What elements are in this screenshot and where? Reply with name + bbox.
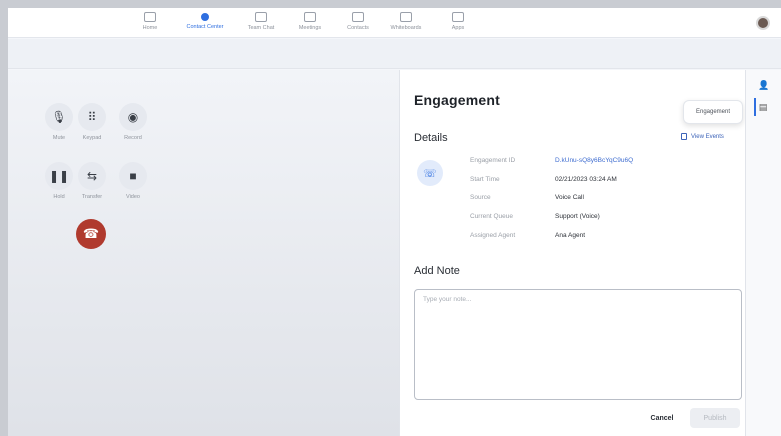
nav-contacts[interactable]: Contacts bbox=[334, 10, 382, 31]
app-window: Home Contact Center Team Chat Meetings C… bbox=[8, 8, 781, 436]
video-icon bbox=[304, 12, 316, 22]
nav-label: Team Chat bbox=[247, 25, 275, 31]
avatar[interactable] bbox=[756, 16, 770, 30]
mute-button[interactable]: 🎙 bbox=[45, 103, 73, 131]
transfer-control: ⇆ Transfer bbox=[72, 162, 112, 200]
person-icon[interactable]: 👤 bbox=[758, 80, 769, 90]
call-controls-area: 🎙 Mute ⠿ Keypad ◉ Record ❚❚ Hold ⇆ Trans… bbox=[8, 70, 399, 436]
sub-header bbox=[8, 39, 781, 69]
current-queue-value: Support (Voice) bbox=[555, 213, 600, 220]
clipboard-icon[interactable]: ▤ bbox=[758, 102, 768, 112]
video-control: ■ Video bbox=[113, 162, 153, 200]
nav-label: Whiteboards bbox=[390, 25, 422, 31]
camera-icon: ■ bbox=[129, 169, 137, 183]
publish-button[interactable]: Publish bbox=[690, 408, 740, 428]
nav-label: Contacts bbox=[347, 25, 369, 31]
start-time-value: 02/21/2023 03:24 AM bbox=[555, 176, 617, 183]
transfer-label: Transfer bbox=[81, 194, 103, 200]
keypad-label: Keypad bbox=[82, 135, 102, 141]
contacts-icon bbox=[352, 12, 364, 22]
engagement-id-value[interactable]: D.kUnu-sQ8y6BcYqC9u6Q bbox=[555, 157, 633, 164]
assigned-agent-label: Assigned Agent bbox=[470, 232, 516, 239]
hold-button[interactable]: ❚❚ bbox=[45, 162, 73, 190]
hang-up-button[interactable]: ☎ bbox=[76, 219, 106, 249]
engagement-tooltip: Engagement bbox=[683, 100, 743, 124]
document-icon bbox=[681, 133, 687, 140]
view-events-label: View Events bbox=[691, 133, 724, 140]
hold-label: Hold bbox=[53, 194, 65, 200]
nav-label: Apps bbox=[451, 25, 465, 31]
engagement-panel: Engagement Engagement Details View Event… bbox=[399, 70, 745, 436]
record-icon: ◉ bbox=[127, 110, 139, 124]
record-button[interactable]: ◉ bbox=[119, 103, 147, 131]
chat-icon bbox=[255, 12, 267, 22]
transfer-button[interactable]: ⇆ bbox=[78, 162, 106, 190]
nav-contact-center[interactable]: Contact Center bbox=[174, 10, 236, 31]
mute-label: Mute bbox=[52, 135, 66, 141]
home-icon bbox=[144, 12, 156, 22]
note-textarea[interactable] bbox=[414, 289, 742, 400]
nav-whiteboards[interactable]: Whiteboards bbox=[382, 10, 430, 31]
phone-hangup-icon: ☎ bbox=[82, 226, 100, 241]
assigned-agent-value: Ana Agent bbox=[555, 232, 585, 239]
right-sidebar: 👤 ▤ bbox=[745, 70, 781, 436]
start-time-label: Start Time bbox=[470, 176, 500, 183]
phone-call-icon: ☏ bbox=[417, 160, 443, 186]
nav-home[interactable]: Home bbox=[126, 10, 174, 31]
current-queue-label: Current Queue bbox=[470, 213, 513, 220]
source-label: Source bbox=[470, 194, 491, 201]
main-nav: Home Contact Center Team Chat Meetings C… bbox=[126, 10, 486, 31]
video-label: Video bbox=[126, 194, 140, 200]
keypad-icon: ⠿ bbox=[87, 110, 97, 124]
record-label: Record bbox=[124, 135, 142, 141]
contact-center-icon bbox=[201, 13, 209, 21]
keypad-button[interactable]: ⠿ bbox=[78, 103, 106, 131]
pause-icon: ❚❚ bbox=[48, 169, 70, 183]
source-value: Voice Call bbox=[555, 194, 584, 201]
page-title: Engagement bbox=[414, 92, 501, 108]
transfer-icon: ⇆ bbox=[86, 169, 98, 183]
nav-apps[interactable]: Apps bbox=[430, 10, 486, 31]
nav-meetings[interactable]: Meetings bbox=[286, 10, 334, 31]
video-button[interactable]: ■ bbox=[119, 162, 147, 190]
whiteboard-icon bbox=[400, 12, 412, 22]
view-events-link[interactable]: View Events bbox=[681, 133, 724, 140]
top-navigation-bar: Home Contact Center Team Chat Meetings C… bbox=[8, 8, 781, 38]
nav-team-chat[interactable]: Team Chat bbox=[236, 10, 286, 31]
record-control: ◉ Record bbox=[113, 103, 153, 141]
engagement-id-label: Engagement ID bbox=[470, 157, 516, 164]
nav-label: Home bbox=[142, 25, 158, 31]
microphone-icon: 🎙 bbox=[51, 110, 67, 124]
details-heading: Details bbox=[414, 132, 448, 144]
apps-icon bbox=[452, 12, 464, 22]
add-note-heading: Add Note bbox=[414, 265, 460, 277]
cancel-button[interactable]: Cancel bbox=[641, 408, 683, 428]
nav-label: Meetings bbox=[298, 25, 322, 31]
nav-label: Contact Center bbox=[186, 24, 224, 30]
sidebar-selection-indicator bbox=[754, 98, 756, 116]
keypad-control: ⠿ Keypad bbox=[72, 103, 112, 141]
